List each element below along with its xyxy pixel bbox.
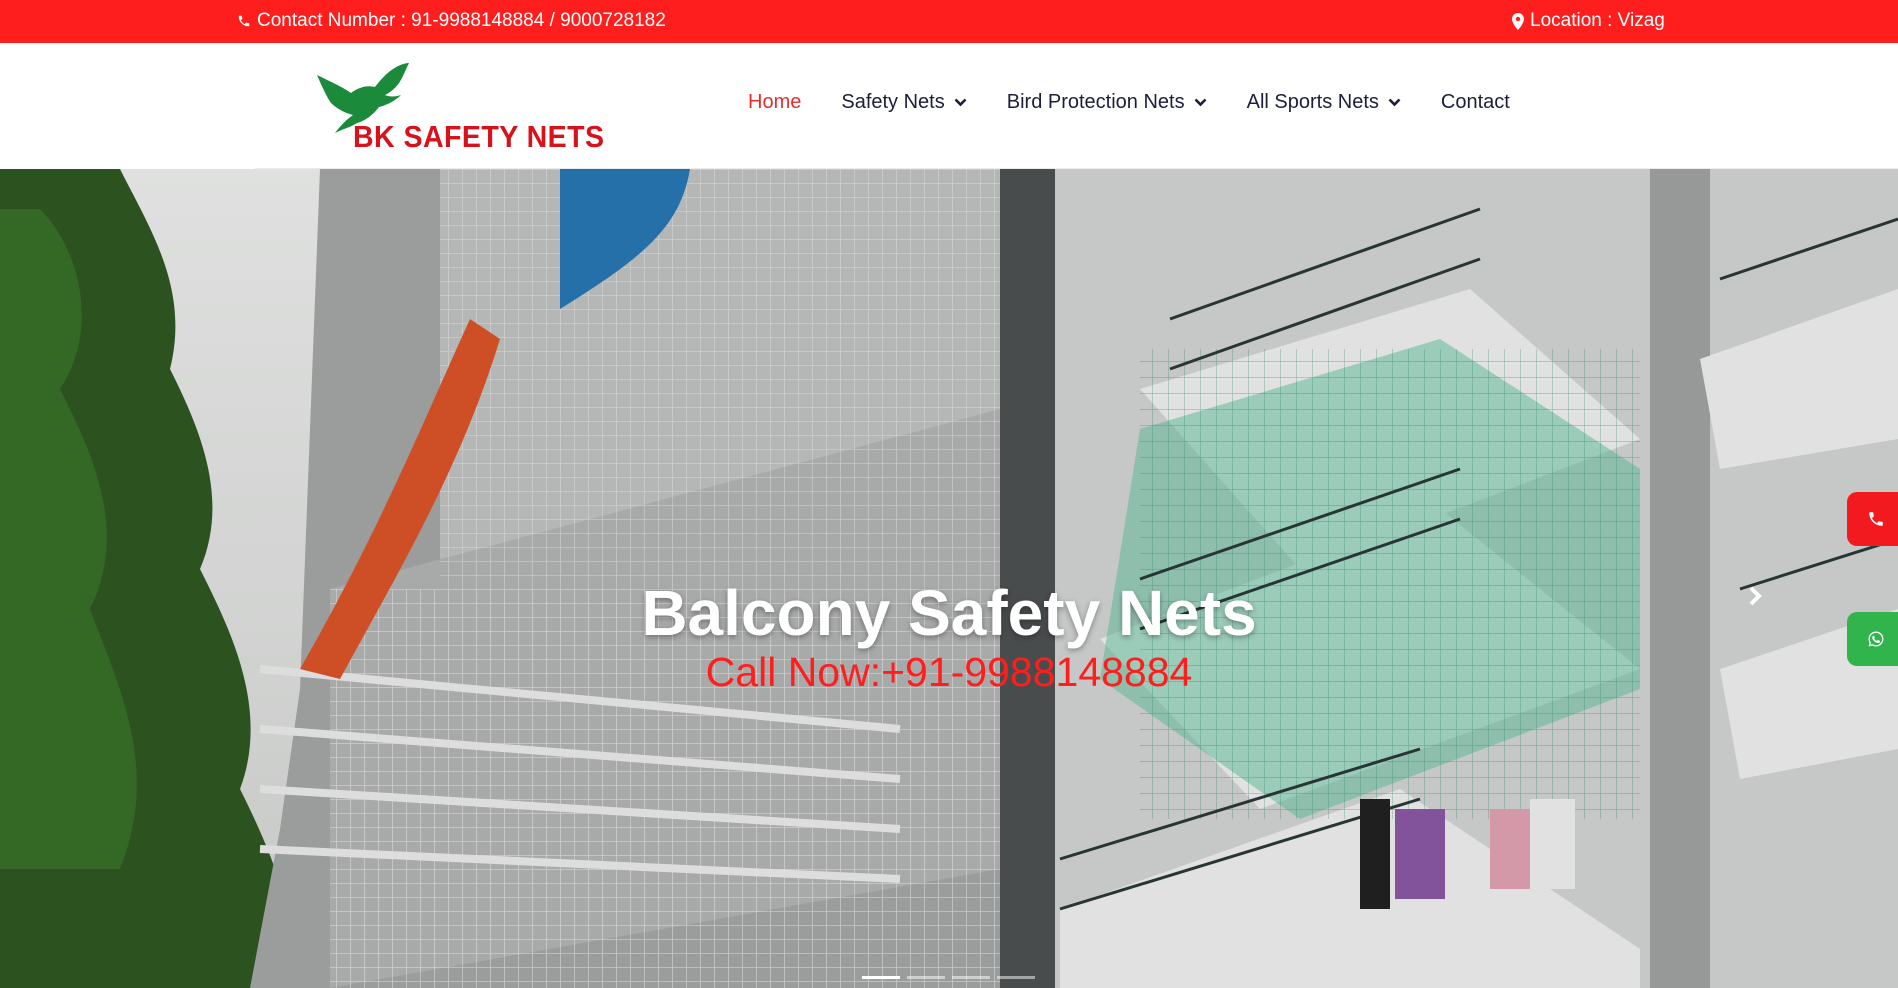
top-bar: Contact Number : 91-9988148884 / 9000728… bbox=[0, 0, 1898, 43]
nav-item-label: Contact bbox=[1440, 91, 1510, 113]
hero-call-now[interactable]: Call Now:+91-9988148884 bbox=[0, 649, 1898, 696]
slide-indicator[interactable] bbox=[952, 976, 990, 979]
phone-icon bbox=[1869, 512, 1883, 526]
contact-info[interactable]: Contact Number : 91-9988148884 / 9000728… bbox=[237, 10, 666, 32]
hero-title: Balcony Safety Nets bbox=[641, 577, 1257, 649]
nav-item-bird-protection-nets[interactable]: Bird Protection Nets bbox=[1007, 91, 1207, 114]
hero-slider: Balcony Safety Nets Call Now:+91-9988148… bbox=[0, 169, 1898, 988]
floating-call-button[interactable] bbox=[1847, 492, 1898, 546]
chevron-down-icon bbox=[1388, 98, 1401, 107]
nav-item-label: Safety Nets bbox=[841, 91, 945, 113]
contact-number-text: Contact Number : 91-9988148884 / 9000728… bbox=[257, 10, 666, 31]
floating-whatsapp-button[interactable] bbox=[1847, 612, 1898, 666]
slide-indicator[interactable] bbox=[907, 976, 945, 979]
phone-icon bbox=[238, 15, 250, 27]
nav-item-label: Home bbox=[748, 91, 802, 113]
slide-indicator[interactable] bbox=[862, 976, 900, 979]
brand-name: BK SAFETY NETS bbox=[353, 119, 605, 154]
chevron-down-icon bbox=[1194, 98, 1207, 107]
nav-item-home[interactable]: Home bbox=[748, 91, 801, 114]
location-info: Location : Vizag bbox=[1512, 10, 1665, 32]
brand-logo[interactable]: BK SAFETY NETS bbox=[315, 63, 604, 163]
nav-item-all-sports-nets[interactable]: All Sports Nets bbox=[1247, 91, 1401, 114]
site-header: BK SAFETY NETS Home Safety Nets Bird Pro… bbox=[0, 43, 1898, 169]
whatsapp-icon bbox=[1868, 631, 1884, 647]
location-text: Location : Vizag bbox=[1530, 10, 1665, 31]
nav-item-label: Bird Protection Nets bbox=[1006, 91, 1185, 113]
chevron-right-icon bbox=[1749, 586, 1762, 606]
main-nav: Home Safety Nets Bird Protection Nets Al… bbox=[748, 91, 1510, 114]
slide-indicator[interactable] bbox=[997, 976, 1035, 979]
nav-item-label: All Sports Nets bbox=[1246, 91, 1379, 113]
map-marker-icon bbox=[1512, 12, 1524, 30]
chevron-down-icon bbox=[954, 98, 967, 107]
nav-item-contact[interactable]: Contact bbox=[1441, 91, 1510, 114]
slider-indicators bbox=[862, 976, 1035, 979]
nav-item-safety-nets[interactable]: Safety Nets bbox=[841, 91, 967, 114]
slider-next-button[interactable] bbox=[1744, 576, 1770, 616]
